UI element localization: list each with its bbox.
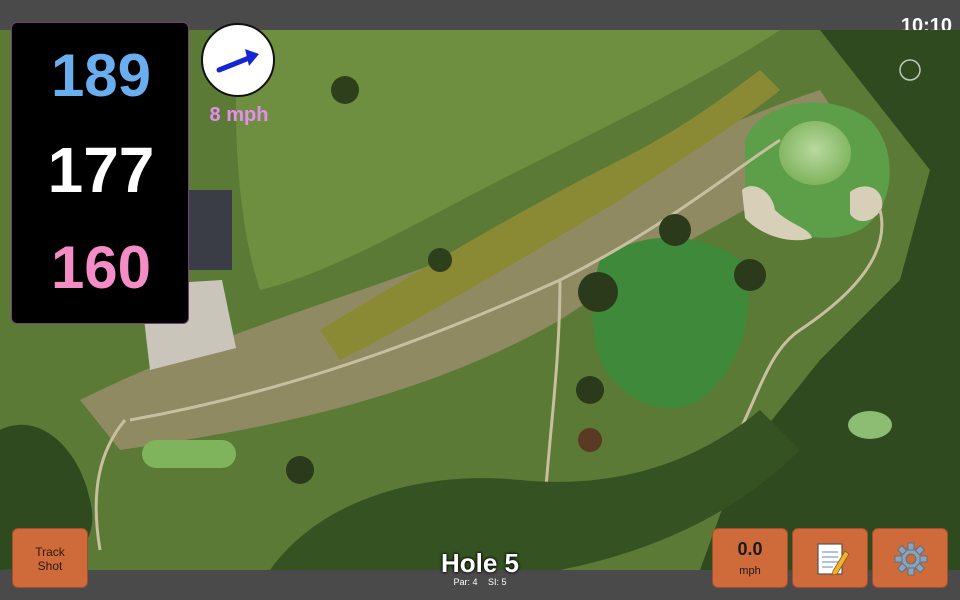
wind-direction-dial [201,23,275,97]
arrow-right-icon [216,49,259,73]
wind-speed-value: 0.0 [737,539,763,559]
notepad-icon [817,543,850,576]
wind-speed-button[interactable]: 0.0 mph [712,528,788,588]
distance-panel: 189 177 160 [11,22,189,324]
settings-button[interactable] [872,528,948,588]
track-shot-button[interactable]: Track Shot [12,528,88,588]
par-label: Par: 4 [453,577,478,587]
wind-speed-unit: mph [739,565,761,577]
track-shot-label-line1: Track [35,545,65,559]
hole-title: Hole 5 [440,548,520,578]
track-shot-label-line2: Shot [37,559,63,573]
hole-info: Par: 4 SI: 5 [380,577,580,587]
middle-distance: 177 [47,134,155,206]
back-distance: 189 [50,42,152,109]
gear-icon [894,542,928,576]
stroke-index-label: SI: 5 [488,577,507,587]
wind-speed-label: 8 mph [209,104,269,126]
notes-button[interactable] [792,528,868,588]
front-distance: 160 [50,234,152,301]
